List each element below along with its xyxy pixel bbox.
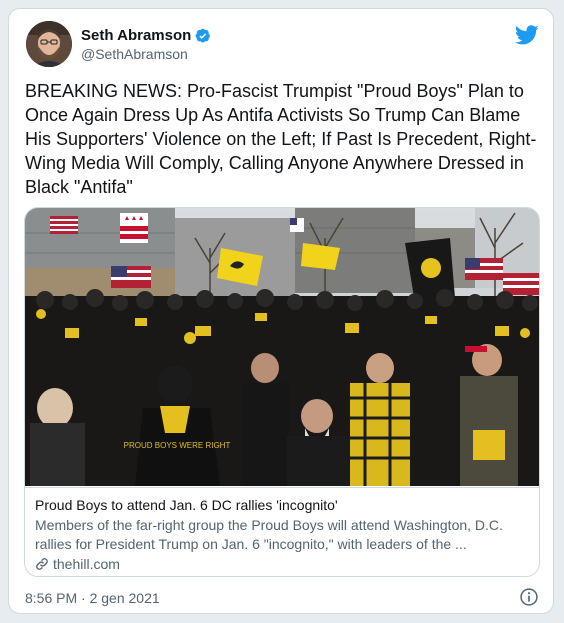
link-description: Members of the far-right group the Proud… [35,517,503,552]
tweet-timestamp[interactable]: 8:56 PM · 2 gen 2021 [25,590,160,606]
link-domain-row[interactable]: thehill.com [35,556,529,572]
shirt-text: PROUD BOYS WERE RIGHT [124,441,231,450]
verified-badge-icon [195,28,211,43]
author-name[interactable]: Seth Abramson [81,27,191,44]
info-icon[interactable] [519,587,539,607]
avatar[interactable] [26,21,72,67]
author-name-row[interactable]: Seth Abramson [81,27,211,44]
author-handle[interactable]: @SethAbramson [81,46,188,62]
link-title[interactable]: Proud Boys to attend Jan. 6 DC rallies '… [35,496,529,514]
link-preview-image[interactable]: PROUD BOYS WERE RIGHT [25,208,540,486]
tweet-text: BREAKING NEWS: Pro-Fascist Trumpist "Pro… [25,81,537,197]
link-preview-body[interactable]: Proud Boys to attend Jan. 6 DC rallies '… [25,487,539,576]
avatar-image [26,21,72,67]
link-icon [36,558,48,570]
tweet-card[interactable]: Seth Abramson @SethAbramson BREAKING NEW… [8,8,554,614]
link-domain[interactable]: thehill.com [53,556,120,572]
twitter-bird-icon[interactable] [515,23,539,47]
link-preview-card[interactable]: PROUD BOYS WERE RIGHT Proud Boys to atte… [24,207,540,577]
